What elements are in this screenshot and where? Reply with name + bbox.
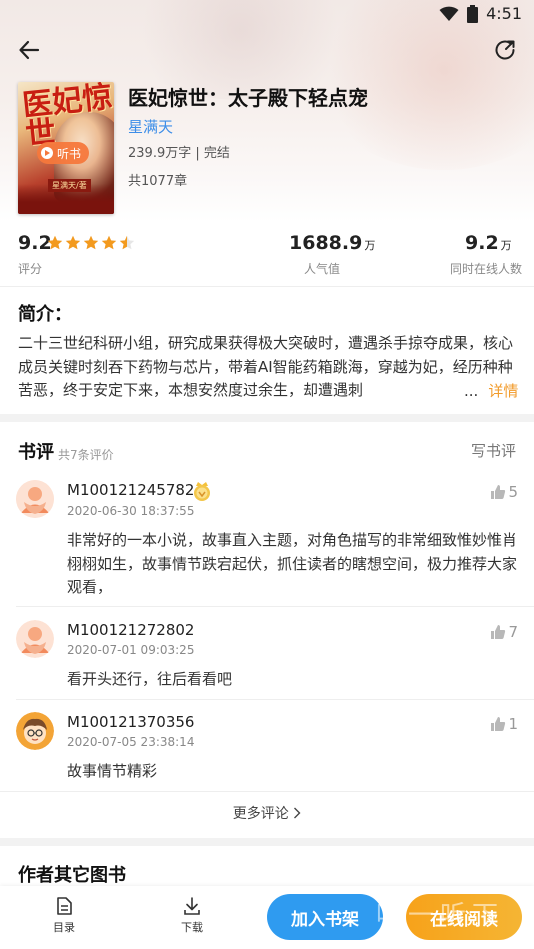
status-time: 4:51 xyxy=(486,4,522,23)
download-label: 下载 xyxy=(181,921,203,934)
review-time: 2020-07-01 09:03:25 xyxy=(67,643,195,657)
catalog-icon xyxy=(57,897,72,915)
listen-button[interactable]: 听书 xyxy=(37,142,90,164)
review-time: 2020-06-30 18:37:55 xyxy=(67,504,195,518)
write-review-button[interactable]: 写书评 xyxy=(471,440,516,461)
book-word-count-status: 239.9万字 | 完结 xyxy=(128,146,230,161)
back-button[interactable] xyxy=(15,36,43,64)
online-unit: 万 xyxy=(500,239,512,252)
rating-stars xyxy=(47,235,135,251)
star-icon xyxy=(101,235,117,250)
rating-label: 评分 xyxy=(18,262,43,276)
other-books-heading: 作者其它图书 xyxy=(18,865,126,886)
cover-title: 医妃惊世 xyxy=(20,82,114,153)
intro-detail-link[interactable]: ... 详情 xyxy=(462,380,519,401)
thumb-up-icon xyxy=(491,485,506,499)
divider xyxy=(0,791,534,792)
listen-label: 听书 xyxy=(57,146,82,161)
download-icon xyxy=(184,897,200,915)
review-text: 看开头还行，往后看看吧 xyxy=(67,670,233,688)
review-username[interactable]: M100121370356 xyxy=(67,713,194,731)
thumb-up-icon xyxy=(491,625,506,639)
avatar-default-icon xyxy=(16,620,54,658)
popularity-value: 1688.9 万 xyxy=(289,232,376,254)
author-link[interactable]: 星满天 xyxy=(128,116,173,137)
read-online-button[interactable]: 在线阅读 xyxy=(406,894,522,940)
online-value: 9.2 万 xyxy=(465,232,512,254)
like-count: 1 xyxy=(508,715,518,733)
like-button[interactable]: 7 xyxy=(490,623,518,641)
star-icon xyxy=(47,235,63,250)
like-button[interactable]: 5 xyxy=(490,483,518,501)
review-text: 非常好的一本小说，故事直入主题，对角色描写的非常细致惟妙惟肖栩栩如生，故事情节跌… xyxy=(67,531,518,596)
popularity-label: 人气值 xyxy=(304,262,341,276)
more-comments-link[interactable]: 更多评论 xyxy=(0,803,534,823)
book-title: 医妃惊世：太子殿下轻点宠 xyxy=(128,86,368,110)
section-gap xyxy=(0,414,534,422)
avatar[interactable] xyxy=(16,480,54,518)
star-icon xyxy=(83,235,99,250)
divider xyxy=(16,699,534,700)
status-icons: 4:51 xyxy=(439,4,522,23)
avatar-default-icon xyxy=(16,480,54,518)
wifi-icon xyxy=(439,6,459,21)
avatar[interactable] xyxy=(16,712,54,750)
share-icon xyxy=(495,40,515,60)
chapter-count: 共1077章 xyxy=(128,174,188,189)
review-text: 故事情节精彩 xyxy=(67,762,158,780)
intro-ellipsis: ... xyxy=(464,382,479,400)
battery-icon xyxy=(467,4,479,23)
share-button[interactable] xyxy=(491,36,519,64)
online-label: 同时在线人数 xyxy=(450,262,523,276)
like-count: 7 xyxy=(508,623,518,641)
reviews-heading: 书评 xyxy=(18,442,54,463)
intro-text: 二十三世纪科研小组，研究成果获得极大突破时，遭遇杀手掠夺成果，核心成员关键时刻吞… xyxy=(18,334,514,399)
avatar-cartoon-icon xyxy=(16,712,54,750)
review-count: 共7条评价 xyxy=(58,448,114,462)
intro-heading: 简介： xyxy=(18,304,72,325)
divider xyxy=(0,286,534,287)
star-icon xyxy=(119,235,135,250)
play-icon xyxy=(41,147,53,159)
add-to-shelf-button[interactable]: 加入书架 xyxy=(267,894,383,940)
section-gap xyxy=(0,838,534,846)
more-comments-label: 更多评论 xyxy=(232,806,289,822)
detail-label: 详情 xyxy=(488,382,519,400)
thumb-up-icon xyxy=(491,717,506,731)
like-count: 5 xyxy=(508,483,518,501)
like-button[interactable]: 1 xyxy=(490,715,518,733)
arrow-left-icon xyxy=(19,40,40,60)
vip-crown-icon xyxy=(194,482,210,501)
popularity-unit: 万 xyxy=(364,239,376,252)
bottom-action-bar: 目录 下载 加入书架 在线阅读 xyxy=(0,886,534,949)
download-button[interactable]: 下载 xyxy=(167,896,217,935)
divider xyxy=(16,606,534,607)
review-username[interactable]: M100121245782 xyxy=(67,481,194,499)
cover-author: 星满天/著 xyxy=(48,179,91,192)
star-icon xyxy=(65,235,81,250)
review-time: 2020-07-05 23:38:14 xyxy=(67,735,195,749)
catalog-label: 目录 xyxy=(53,921,75,934)
catalog-button[interactable]: 目录 xyxy=(39,896,89,935)
avatar[interactable] xyxy=(16,620,54,658)
review-username[interactable]: M100121272802 xyxy=(67,621,194,639)
chevron-right-icon xyxy=(294,807,301,819)
status-bar: 4:51 xyxy=(0,0,534,30)
